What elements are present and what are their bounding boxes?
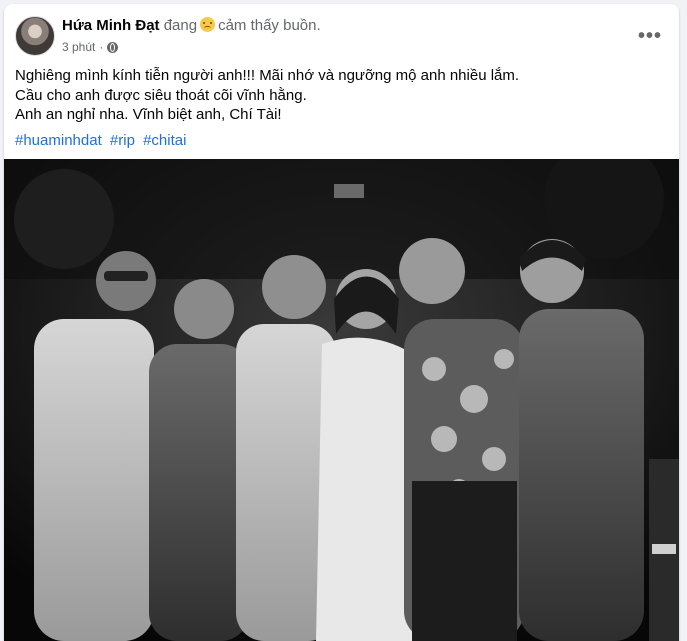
post-card: Hứa Minh Đạt đang cảm thấy buồn. 3 phút ·…	[4, 4, 679, 641]
post-header: Hứa Minh Đạt đang cảm thấy buồn. 3 phút ·…	[4, 4, 679, 62]
post-text-line: Nghiêng mình kính tiễn người anh!!! Mãi …	[15, 67, 520, 84]
post-timestamp[interactable]: 3 phút	[62, 39, 95, 55]
post-title-line: Hứa Minh Đạt đang cảm thấy buồn.	[62, 16, 321, 36]
photo-image	[4, 159, 679, 641]
author-name[interactable]: Hứa Minh Đạt	[62, 17, 160, 34]
hashtags: #huaminhdat #rip #chitai	[15, 131, 190, 151]
post-text-line: Anh an nghỉ nha. Vĩnh biệt anh, Chí Tài!	[15, 106, 282, 123]
post-text-line: Cầu cho anh được siêu thoát cõi vĩnh hằn…	[15, 86, 307, 104]
post-photo[interactable]	[4, 159, 679, 641]
post-text: Nghiêng mình kính tiễn người anh!!! Mãi …	[15, 66, 665, 125]
author-avatar[interactable]	[15, 16, 55, 56]
more-options-icon[interactable]: •••	[634, 20, 666, 52]
hashtag-link[interactable]: #chitai	[143, 132, 186, 149]
hashtag-link[interactable]: #rip	[110, 132, 135, 149]
sad-face-icon	[200, 17, 216, 32]
post-meta: 3 phút ·	[62, 39, 119, 55]
hashtag-link[interactable]: #huaminhdat	[15, 132, 102, 149]
feeling-text[interactable]: cảm thấy buồn.	[218, 17, 321, 34]
meta-separator: ·	[99, 40, 104, 54]
feeling-prefix: đang	[163, 17, 198, 34]
globe-icon[interactable]	[107, 41, 119, 53]
